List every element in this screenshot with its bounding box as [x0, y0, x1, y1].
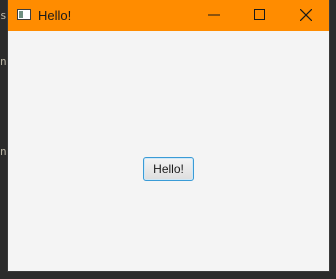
minimize-button[interactable]: [191, 0, 237, 31]
minimize-icon: [208, 14, 220, 16]
background-text-fragment: n: [0, 145, 7, 158]
maximize-button[interactable]: [237, 0, 283, 31]
close-button[interactable]: [283, 0, 329, 31]
app-window: Hello! Hello!: [7, 0, 330, 272]
desktop-background: sc ne n Hello!: [0, 0, 336, 279]
window-title: Hello!: [38, 8, 72, 23]
title-bar[interactable]: Hello!: [8, 0, 329, 31]
app-window-icon: [17, 9, 31, 20]
maximize-icon: [254, 9, 265, 20]
window-content: Hello!: [8, 31, 329, 271]
hello-button[interactable]: Hello!: [143, 157, 194, 181]
close-icon: [300, 9, 312, 21]
